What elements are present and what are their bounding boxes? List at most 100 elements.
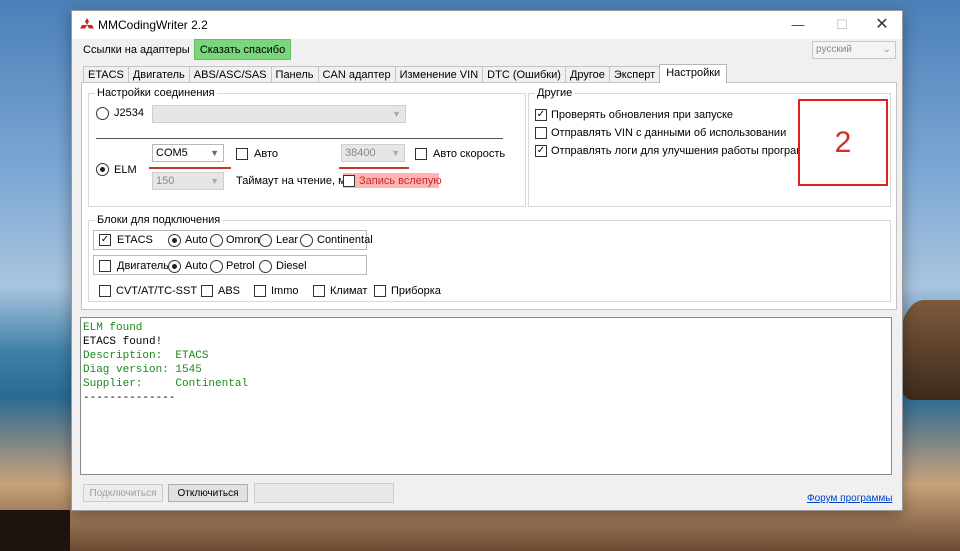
baud-rate-value: 38400: [345, 147, 376, 159]
auto-port-label: Авто: [254, 148, 278, 160]
cvt-checkbox[interactable]: [99, 285, 111, 297]
disconnect-button[interactable]: Отключиться: [168, 484, 248, 502]
etacs-continental-radio[interactable]: [300, 234, 313, 247]
abs-label: ABS: [218, 285, 241, 297]
red-logo-icon: [80, 18, 94, 29]
log-line: ELM found: [83, 322, 143, 334]
log-line: ETACS found!: [83, 336, 163, 348]
close-button[interactable]: ✕: [860, 11, 904, 39]
engine-auto-radio[interactable]: [168, 260, 181, 273]
tab-dtc[interactable]: DTC (Ошибки): [482, 66, 566, 83]
cvt-label: CVT/AT/TC-SST: [116, 285, 198, 297]
etacs-continental-label: Continental: [317, 234, 373, 246]
elm-radio[interactable]: [96, 163, 109, 176]
etacs-lear-label: Lear: [276, 234, 299, 246]
send-logs-checkbox[interactable]: ✓: [535, 145, 547, 157]
timeout-label: Таймаут на чтение, мс: [236, 175, 352, 187]
climate-checkbox[interactable]: [313, 285, 325, 297]
log-line: Diag version: 1545: [83, 364, 202, 376]
immo-label: Immo: [271, 285, 299, 297]
connect-button[interactable]: Подключиться: [83, 484, 163, 502]
tab-vin[interactable]: Изменение VIN: [394, 66, 484, 83]
dashboard-label: Приборка: [391, 285, 441, 297]
j2534-device-select[interactable]: ▼: [152, 105, 406, 123]
blocks-group-title: Блоки для подключения: [95, 214, 223, 226]
adapters-link[interactable]: Ссылки на адаптеры: [83, 44, 190, 56]
blind-write-checkbox[interactable]: [343, 175, 355, 187]
j2534-radio[interactable]: [96, 107, 109, 120]
log-line: Supplier: Continental: [83, 378, 249, 390]
connection-group-title: Настройки соединения: [95, 87, 217, 99]
red-underline-baud: [339, 167, 409, 169]
engine-checkbox[interactable]: [99, 260, 111, 272]
dashboard-checkbox[interactable]: [374, 285, 386, 297]
engine-diesel-radio[interactable]: [259, 260, 272, 273]
tab-settings[interactable]: Настройки: [659, 64, 728, 83]
tab-panel[interactable]: Панель: [270, 66, 319, 83]
forum-link[interactable]: Форум программы: [807, 493, 892, 504]
title-bar[interactable]: MMCodingWriter 2.2 — ☐ ✕: [72, 11, 902, 39]
blocks-group: Блоки для подключения ✓ ETACS Auto Omron…: [88, 214, 891, 302]
auto-speed-checkbox[interactable]: [415, 148, 427, 160]
chevron-down-icon: ▼: [392, 109, 401, 119]
timeout-value: 150: [156, 175, 175, 187]
auto-speed-label: Авто скорость: [433, 148, 506, 160]
immo-checkbox[interactable]: [254, 285, 266, 297]
log-output[interactable]: ELM found ETACS found! Description: ETAC…: [80, 317, 892, 475]
tab-etacs[interactable]: ETACS: [83, 66, 129, 83]
annotation-number: 2: [834, 125, 852, 159]
engine-petrol-label: Petrol: [226, 260, 255, 272]
check-updates-label: Проверять обновления при запуске: [551, 109, 734, 121]
baud-rate-select[interactable]: 38400 ▼: [341, 144, 405, 162]
chevron-down-icon: ▼: [391, 148, 400, 158]
climate-label: Климат: [330, 285, 368, 297]
language-select[interactable]: русский ⌄: [812, 41, 896, 59]
status-field: [254, 483, 394, 503]
engine-petrol-radio[interactable]: [210, 260, 223, 273]
com-port-value: COM5: [156, 147, 188, 159]
annotation-box: 2: [798, 99, 888, 186]
etacs-auto-label: Auto: [185, 234, 208, 246]
chevron-down-icon: ⌄: [882, 44, 891, 55]
send-vin-checkbox[interactable]: [535, 127, 547, 139]
log-line: Description: ETACS: [83, 350, 209, 362]
settings-panel: Настройки соединения J2534 ▼ ELM COM5 ▼ …: [81, 82, 897, 310]
chevron-down-icon: ▼: [210, 176, 219, 186]
abs-checkbox[interactable]: [201, 285, 213, 297]
engine-diesel-label: Diesel: [276, 260, 307, 272]
tab-other[interactable]: Другое: [564, 66, 610, 83]
etacs-lear-radio[interactable]: [259, 234, 272, 247]
etacs-omron-label: Omron: [226, 234, 260, 246]
tab-engine[interactable]: Двигатель: [127, 66, 190, 83]
com-port-select[interactable]: COM5 ▼: [152, 144, 224, 162]
tab-abs[interactable]: ABS/ASC/SAS: [188, 66, 272, 83]
chevron-down-icon: ▼: [210, 148, 219, 158]
window-title: MMCodingWriter 2.2: [98, 18, 208, 32]
app-window: MMCodingWriter 2.2 — ☐ ✕ Ссылки на адапт…: [71, 10, 903, 511]
desktop-rock-left: [0, 510, 70, 551]
blind-write-label: Запись вслепую: [359, 175, 442, 187]
send-logs-label: Отправлять логи для улучшения работы про…: [551, 145, 820, 157]
language-value: русский: [816, 44, 852, 55]
engine-label: Двигатель: [117, 260, 169, 272]
desktop-rock-right: [900, 300, 960, 400]
etacs-auto-radio[interactable]: [168, 234, 181, 247]
etacs-checkbox[interactable]: ✓: [99, 234, 111, 246]
maximize-button[interactable]: ☐: [820, 11, 864, 39]
minimize-button[interactable]: —: [776, 11, 820, 39]
etacs-omron-radio[interactable]: [210, 234, 223, 247]
tab-can-adapter[interactable]: CAN адаптер: [317, 66, 396, 83]
j2534-label: J2534: [114, 107, 144, 119]
send-vin-label: Отправлять VIN с данными об использовани…: [551, 127, 787, 139]
tab-bar: ETACS Двигатель ABS/ASC/SAS Панель CAN а…: [83, 64, 728, 83]
auto-port-checkbox[interactable]: [236, 148, 248, 160]
check-updates-checkbox[interactable]: ✓: [535, 109, 547, 121]
tab-expert[interactable]: Эксперт: [608, 66, 661, 83]
log-line: --------------: [83, 392, 176, 404]
other-group-title: Другие: [535, 87, 575, 99]
engine-auto-label: Auto: [185, 260, 208, 272]
separator-line: [96, 138, 503, 139]
red-underline-port: [149, 167, 231, 169]
timeout-select[interactable]: 150 ▼: [152, 172, 224, 190]
thanks-button[interactable]: Сказать спасибо: [194, 39, 291, 60]
